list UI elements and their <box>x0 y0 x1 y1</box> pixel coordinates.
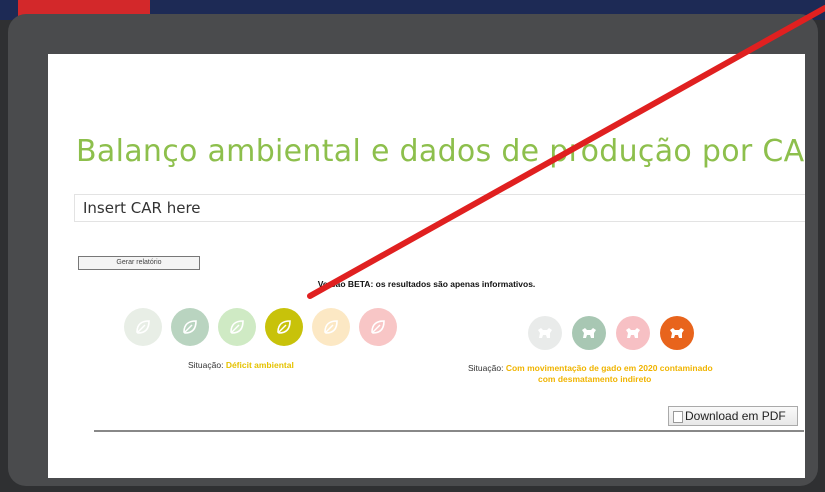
leaf-icon-1 <box>124 308 162 346</box>
cattle-icon-2 <box>572 316 606 350</box>
document-icon <box>673 410 683 423</box>
cattle-status-icons <box>528 316 694 350</box>
generate-report-button[interactable]: Gerar relatório <box>78 256 200 270</box>
status-label: Situação: <box>468 363 506 373</box>
status-value: Déficit ambiental <box>225 360 294 370</box>
screenshot-frame: Balanço ambiental e dados de produção po… <box>8 14 818 486</box>
environmental-status: Situação: Déficit ambiental <box>188 360 294 370</box>
car-input[interactable] <box>74 194 805 222</box>
leaf-icon-4 <box>265 308 303 346</box>
cattle-icon-4 <box>660 316 694 350</box>
page-title: Balanço ambiental e dados de produção po… <box>76 134 805 169</box>
status-value-line2: com desmatamento indireto <box>538 374 652 384</box>
status-label: Situação: <box>188 360 226 370</box>
beta-notice: Versão BETA: os resultados são apenas in… <box>317 279 536 289</box>
environmental-status-icons <box>124 308 397 346</box>
leaf-icon-5 <box>312 308 350 346</box>
download-pdf-label: Download em PDF <box>685 409 786 423</box>
download-pdf-button[interactable]: Download em PDF <box>668 406 798 426</box>
cattle-icon-3 <box>616 316 650 350</box>
report-page: Balanço ambiental e dados de produção po… <box>48 54 805 478</box>
leaf-icon-6 <box>359 308 397 346</box>
divider <box>94 430 804 432</box>
leaf-icon-3 <box>218 308 256 346</box>
status-value-line1: Com movimentação de gado em 2020 contami… <box>505 363 713 373</box>
cattle-icon-1 <box>528 316 562 350</box>
cattle-status: Situação: Com movimentação de gado em 20… <box>468 363 713 373</box>
leaf-icon-2 <box>171 308 209 346</box>
